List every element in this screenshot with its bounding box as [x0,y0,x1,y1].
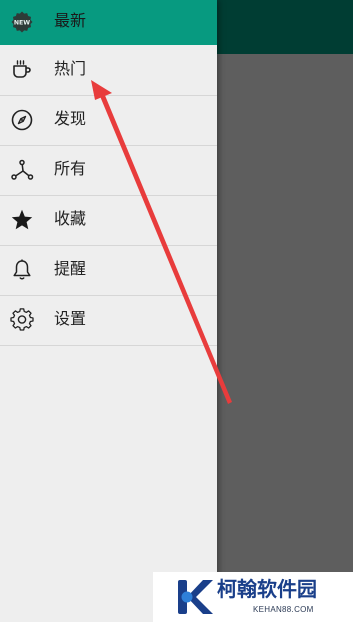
drawer-item-settings[interactable]: 设置 [0,296,217,346]
new-badge-icon: NEW [11,11,33,33]
gear-icon [10,308,34,331]
drawer-item-label: 所有 [54,159,87,178]
drawer-item-latest[interactable]: NEW 最新 [0,0,217,45]
drawer-item-label: 最新 [54,11,87,30]
drawer-item-label: 提醒 [54,259,87,278]
compass-icon [11,109,33,131]
drawer-item-label: 设置 [54,309,87,328]
site-watermark: 柯翰软件园 KEHAN88.COM [153,572,353,622]
drawer-item-reminders[interactable]: 提醒 [0,246,217,296]
navigation-drawer: NEW 最新 热门 发现 所有 收藏 提醒 设置 [0,0,217,622]
share-nodes-icon [11,159,34,180]
drawer-item-favorites[interactable]: 收藏 [0,196,217,246]
drawer-item-label: 热门 [54,59,87,78]
watermark-subtitle: KEHAN88.COM [253,605,314,614]
watermark-title: 柯翰软件园 [217,577,317,601]
star-icon [11,209,33,230]
drawer-item-label: 发现 [54,109,87,128]
drawer-item-discover[interactable]: 发现 [0,96,217,146]
drawer-item-hot[interactable]: 热门 [0,46,217,96]
drawer-item-all[interactable]: 所有 [0,146,217,196]
coffee-cup-icon [13,60,31,78]
drawer-item-label: 收藏 [54,209,87,228]
new-badge-text: NEW [14,19,30,26]
watermark-logo-icon [178,580,213,614]
bell-icon [13,259,31,280]
